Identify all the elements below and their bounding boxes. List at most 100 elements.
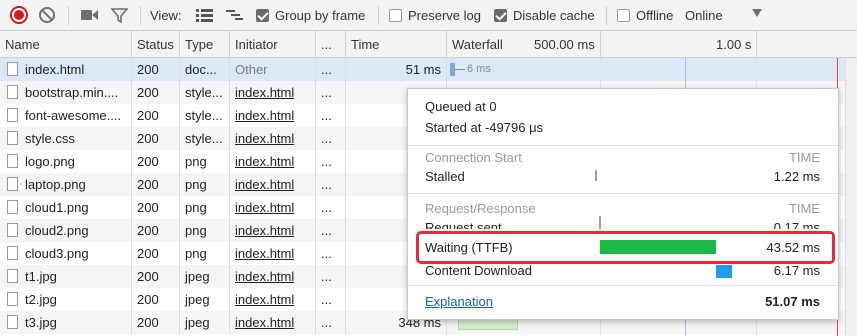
status-cell: 200 (132, 127, 180, 150)
file-icon (7, 292, 18, 306)
name-cell[interactable]: cloud2.png (0, 219, 132, 242)
chevron-down-icon[interactable] (752, 9, 762, 17)
throttling-select[interactable]: Online (685, 0, 723, 31)
table-row[interactable]: index.html 200 doc... Other... 51 ms 6 ms (0, 58, 857, 81)
popover-divider (408, 145, 838, 146)
initiator-cell[interactable]: index.html (230, 127, 316, 150)
column-header-size[interactable]: ... (316, 31, 346, 58)
initiator-cell: Other (230, 58, 316, 81)
type-cell: jpeg (180, 311, 230, 334)
request-name: font-awesome.... (25, 108, 122, 123)
popover-divider (408, 193, 838, 194)
timing-popover: Queued at 0 Started at -49796 μs Connect… (407, 88, 839, 320)
name-cell[interactable]: t1.jpg (0, 265, 132, 288)
request-name: t2.jpg (25, 292, 57, 307)
request-sent-value: 0.17 ms (773, 220, 820, 229)
name-cell[interactable]: index.html (0, 58, 132, 81)
column-header-name[interactable]: Name (0, 31, 132, 58)
file-icon (7, 246, 18, 260)
file-icon (7, 108, 18, 122)
preserve-log-check[interactable] (389, 9, 402, 22)
name-cell[interactable]: style.css (0, 127, 132, 150)
request-response-heading: Request/Response (425, 201, 536, 216)
offline-check[interactable] (617, 9, 630, 22)
initiator-cell[interactable]: index.html (230, 150, 316, 173)
stalled-value: 1.22 ms (773, 169, 820, 184)
file-icon (7, 62, 18, 76)
initiator-cell[interactable]: index.html (230, 173, 316, 196)
request-sent-label: Request sent (425, 220, 502, 229)
initiator-cell[interactable]: index.html (230, 104, 316, 127)
size-cell: ... (316, 219, 346, 242)
started-at-text: Started at -49796 μs (425, 120, 544, 135)
total-time-value: 51.07 ms (765, 294, 820, 309)
initiator-cell[interactable]: index.html (230, 242, 316, 265)
initiator-cell[interactable]: index.html (230, 219, 316, 242)
type-cell: png (180, 173, 230, 196)
name-cell[interactable]: t2.jpg (0, 288, 132, 311)
time-cell: 51 ms (346, 58, 447, 81)
type-cell: png (180, 242, 230, 265)
content-download-label: Content Download (425, 263, 532, 278)
file-icon (7, 269, 18, 283)
network-toolbar: View: Group by frame Preserve log Disabl… (0, 0, 857, 31)
name-cell[interactable]: cloud3.png (0, 242, 132, 265)
waterfall-divider (600, 31, 601, 58)
waiting-ttfb-highlight (416, 231, 835, 264)
column-header-time[interactable]: Time (346, 31, 447, 58)
disable-cache-label: Disable cache (513, 8, 595, 23)
disable-cache-checkbox[interactable]: Disable cache (494, 0, 595, 31)
type-cell: jpeg (180, 288, 230, 311)
column-header-waterfall[interactable]: Waterfall (447, 31, 845, 58)
size-cell: ... (316, 127, 346, 150)
large-rows-icon[interactable] (196, 8, 213, 22)
record-icon[interactable] (10, 6, 28, 24)
explanation-link[interactable]: Explanation (425, 294, 493, 309)
file-icon (7, 131, 18, 145)
column-header-initiator[interactable]: Initiator (230, 31, 316, 58)
request-name: laptop.png (25, 177, 86, 192)
status-cell: 200 (132, 81, 180, 104)
initiator-cell[interactable]: index.html (230, 311, 316, 334)
request-name: style.css (25, 131, 75, 146)
group-by-frame-checkbox[interactable]: Group by frame (256, 0, 365, 31)
type-cell: png (180, 219, 230, 242)
status-cell: 200 (132, 242, 180, 265)
file-icon (7, 177, 18, 191)
content-download-value: 6.17 ms (773, 263, 820, 278)
group-by-frame-label: Group by frame (275, 8, 366, 23)
filter-icon[interactable] (111, 8, 128, 23)
disable-cache-check[interactable] (494, 9, 507, 22)
waterfall-duration-label: 6 ms (467, 63, 491, 75)
type-cell: jpeg (180, 265, 230, 288)
name-cell[interactable]: font-awesome.... (0, 104, 132, 127)
file-icon (7, 200, 18, 214)
name-cell[interactable]: bootstrap.min.... (0, 81, 132, 104)
column-header-type[interactable]: Type (180, 31, 230, 58)
name-cell[interactable]: logo.png (0, 150, 132, 173)
clear-icon[interactable] (39, 7, 55, 23)
name-cell[interactable]: t3.jpg (0, 311, 132, 334)
size-cell: ... (316, 288, 346, 311)
group-by-frame-check[interactable] (256, 9, 269, 22)
overview-icon[interactable] (226, 9, 243, 21)
initiator-cell[interactable]: index.html (230, 81, 316, 104)
connection-start-heading: Connection Start (425, 150, 522, 165)
name-cell[interactable]: laptop.png (0, 173, 132, 196)
initiator-cell[interactable]: index.html (230, 265, 316, 288)
initiator-cell[interactable]: index.html (230, 196, 316, 219)
toolbar-divider (378, 6, 379, 25)
preserve-log-checkbox[interactable]: Preserve log (389, 0, 481, 31)
initiator-cell[interactable]: index.html (230, 288, 316, 311)
request-name: index.html (25, 62, 85, 77)
name-cell[interactable]: cloud1.png (0, 196, 132, 219)
offline-checkbox[interactable]: Offline (617, 0, 673, 31)
toolbar-divider (68, 6, 69, 25)
request-name: cloud2.png (25, 223, 89, 238)
vertical-scrollbar[interactable] (845, 58, 857, 336)
status-cell: 200 (132, 173, 180, 196)
column-header-status[interactable]: Status (132, 31, 180, 58)
file-icon (7, 154, 18, 168)
camera-icon[interactable] (81, 9, 98, 21)
request-name: t1.jpg (25, 269, 57, 284)
